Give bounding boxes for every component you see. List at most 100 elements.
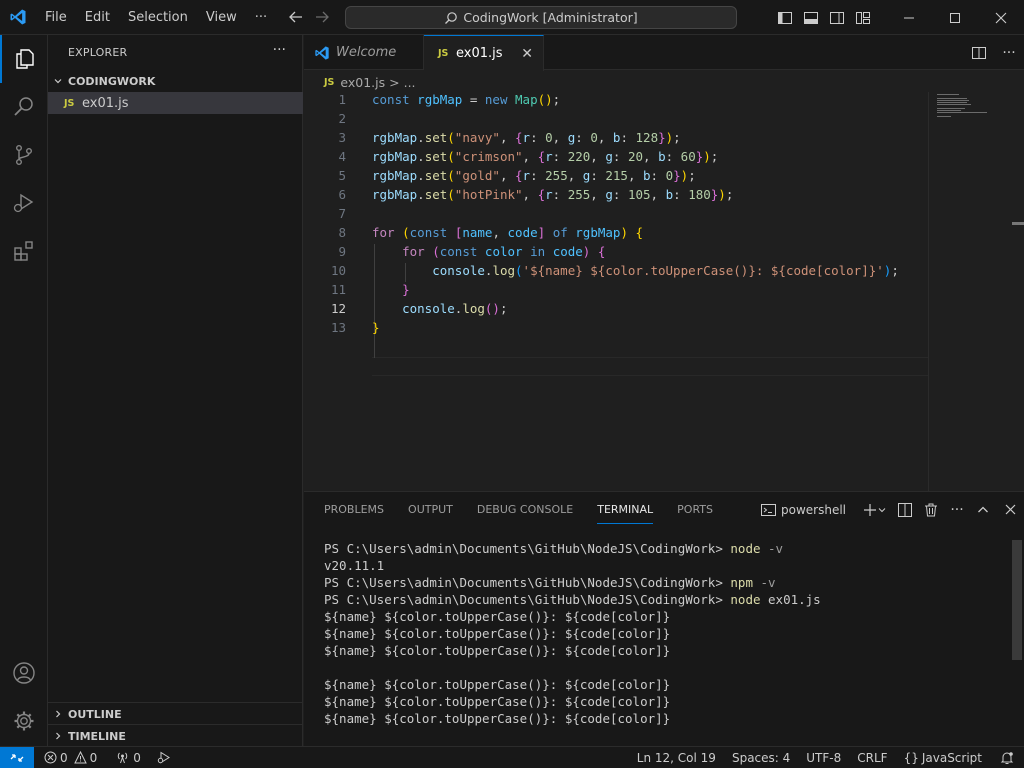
maximize-panel-icon[interactable]	[970, 492, 996, 527]
split-terminal-icon[interactable]	[892, 492, 918, 527]
line-number-current: 12	[330, 301, 346, 316]
line-number: 10	[330, 263, 346, 278]
tab-debug-console[interactable]: DEBUG CONSOLE	[477, 492, 573, 527]
menu-view[interactable]: View	[197, 0, 246, 35]
line-number: 11	[330, 282, 346, 297]
code-line: for (const [name, code] of rgbMap) {	[372, 225, 644, 240]
tab-terminal[interactable]: TERMINAL	[597, 492, 653, 527]
panel-more-button[interactable]: ···	[944, 492, 970, 527]
explorer-icon[interactable]	[0, 35, 48, 83]
breadcrumb: JS ex01.js > ...	[324, 73, 416, 91]
broadcast-icon	[115, 751, 130, 764]
source-control-icon[interactable]	[0, 131, 48, 179]
maximize-icon[interactable]	[932, 0, 978, 35]
notifications-bell-icon[interactable]	[990, 747, 1024, 768]
toggle-primary-sidebar-icon[interactable]	[772, 10, 798, 26]
tab-label: ex01.js	[456, 46, 503, 61]
explorer-more-button[interactable]: ···	[273, 42, 286, 58]
tab-problems[interactable]: PROBLEMS	[324, 492, 384, 527]
error-count: 0	[60, 750, 68, 765]
accounts-icon[interactable]	[0, 649, 48, 697]
minimap[interactable]	[928, 92, 1010, 491]
manage-gear-icon[interactable]	[0, 697, 48, 745]
tab-ex01-js[interactable]: JS ex01.js ✕	[424, 35, 544, 71]
tab-welcome[interactable]: Welcome	[304, 35, 424, 70]
error-icon	[44, 751, 57, 764]
editor-scrollbar[interactable]	[1012, 222, 1024, 225]
timeline-section[interactable]: TIMELINE	[48, 725, 303, 747]
toggle-panel-icon[interactable]	[798, 10, 824, 26]
terminal-line: ${name} ${color.toUpperCase()}: ${code[c…	[324, 626, 671, 641]
outline-section[interactable]: OUTLINE	[48, 703, 303, 725]
breadcrumb-more[interactable]: ...	[404, 75, 416, 90]
problems-status[interactable]: 0 0	[38, 747, 103, 768]
minimap-line	[937, 110, 961, 111]
minimap-line	[937, 98, 967, 99]
menu-edit[interactable]: Edit	[76, 0, 119, 35]
extensions-icon[interactable]	[0, 227, 48, 275]
remote-indicator-icon[interactable]	[0, 746, 34, 768]
split-editor-icon[interactable]	[964, 45, 994, 61]
cursor-position[interactable]: Ln 12, Col 19	[629, 747, 724, 768]
line-number: 6	[338, 187, 346, 202]
terminal-output[interactable]: PS C:\Users\admin\Documents\GitHub\NodeJ…	[324, 540, 821, 727]
close-panel-icon[interactable]	[996, 492, 1024, 527]
menu-file[interactable]: File	[36, 0, 76, 35]
indentation[interactable]: Spaces: 4	[724, 747, 798, 768]
line-number: 8	[338, 225, 346, 240]
ports-status[interactable]: 0	[109, 747, 147, 768]
warning-count: 0	[89, 750, 98, 765]
line-number: 2	[338, 111, 346, 126]
panel-tabs: PROBLEMS OUTPUT DEBUG CONSOLE TERMINAL P…	[324, 492, 737, 527]
javascript-file-icon: JS	[324, 76, 335, 88]
customize-layout-icon[interactable]	[850, 10, 876, 26]
file-item-ex01-js[interactable]: JS ex01.js	[48, 92, 303, 114]
tab-output[interactable]: OUTPUT	[408, 492, 453, 527]
minimap-line	[937, 100, 969, 101]
tab-label: Welcome	[336, 45, 397, 60]
terminal-line: ${name} ${color.toUpperCase()}: ${code[c…	[324, 609, 671, 624]
debug-launch-icon[interactable]	[151, 747, 177, 768]
editor-more-icon[interactable]: ···	[994, 45, 1024, 61]
back-arrow-icon[interactable]	[288, 8, 304, 26]
vscode-logo-icon	[0, 0, 36, 35]
toggle-secondary-sidebar-icon[interactable]	[824, 10, 850, 26]
language-mode[interactable]: {} JavaScript	[896, 747, 990, 768]
terminal-line: PS C:\Users\admin\Documents\GitHub\NodeJ…	[324, 541, 784, 556]
terminal-line: ${name} ${color.toUpperCase()}: ${code[c…	[324, 677, 671, 692]
terminal-line: ${name} ${color.toUpperCase()}: ${code[c…	[324, 643, 671, 658]
search-icon	[444, 11, 458, 25]
terminal-line-empty	[324, 659, 821, 676]
editor-tabs: Welcome JS ex01.js ✕ ···	[304, 35, 1024, 71]
encoding[interactable]: UTF-8	[798, 747, 849, 768]
close-tab-icon[interactable]: ✕	[521, 46, 533, 62]
vscode-window: File Edit Selection View ··· CodingWork …	[0, 0, 1024, 768]
code-line: rgbMap.set("gold", {r: 255, g: 215, b: 0…	[372, 168, 696, 183]
explorer-title: EXPLORER	[68, 46, 128, 59]
language-name: JavaScript	[921, 751, 982, 765]
breadcrumb-file[interactable]: ex01.js	[340, 75, 385, 90]
tab-ports[interactable]: PORTS	[677, 492, 713, 527]
close-window-icon[interactable]	[978, 0, 1024, 35]
warning-icon	[73, 751, 87, 764]
menu-selection[interactable]: Selection	[119, 0, 197, 35]
terminal-shell-selector[interactable]: powershell	[761, 492, 846, 527]
javascript-file-icon: JS	[438, 48, 449, 59]
new-terminal-icon[interactable]	[858, 492, 892, 527]
activity-bar	[0, 35, 48, 746]
menu-more[interactable]: ···	[246, 0, 276, 35]
ports-count: 0	[133, 750, 141, 765]
minimize-icon[interactable]	[886, 0, 932, 35]
terminal-scrollbar[interactable]	[1012, 540, 1022, 660]
minimap-line	[937, 94, 959, 95]
chevron-right-icon	[48, 709, 68, 719]
forward-arrow-icon[interactable]	[314, 8, 330, 26]
command-center[interactable]: CodingWork [Administrator]	[345, 6, 737, 29]
trash-icon[interactable]	[918, 492, 944, 527]
line-number: 3	[338, 130, 346, 145]
folder-section-codingwork[interactable]: CODINGWORK	[48, 70, 303, 92]
search-view-icon[interactable]	[0, 83, 48, 131]
run-debug-icon[interactable]	[0, 179, 48, 227]
end-of-line[interactable]: CRLF	[849, 747, 895, 768]
outline-label: OUTLINE	[68, 707, 122, 721]
